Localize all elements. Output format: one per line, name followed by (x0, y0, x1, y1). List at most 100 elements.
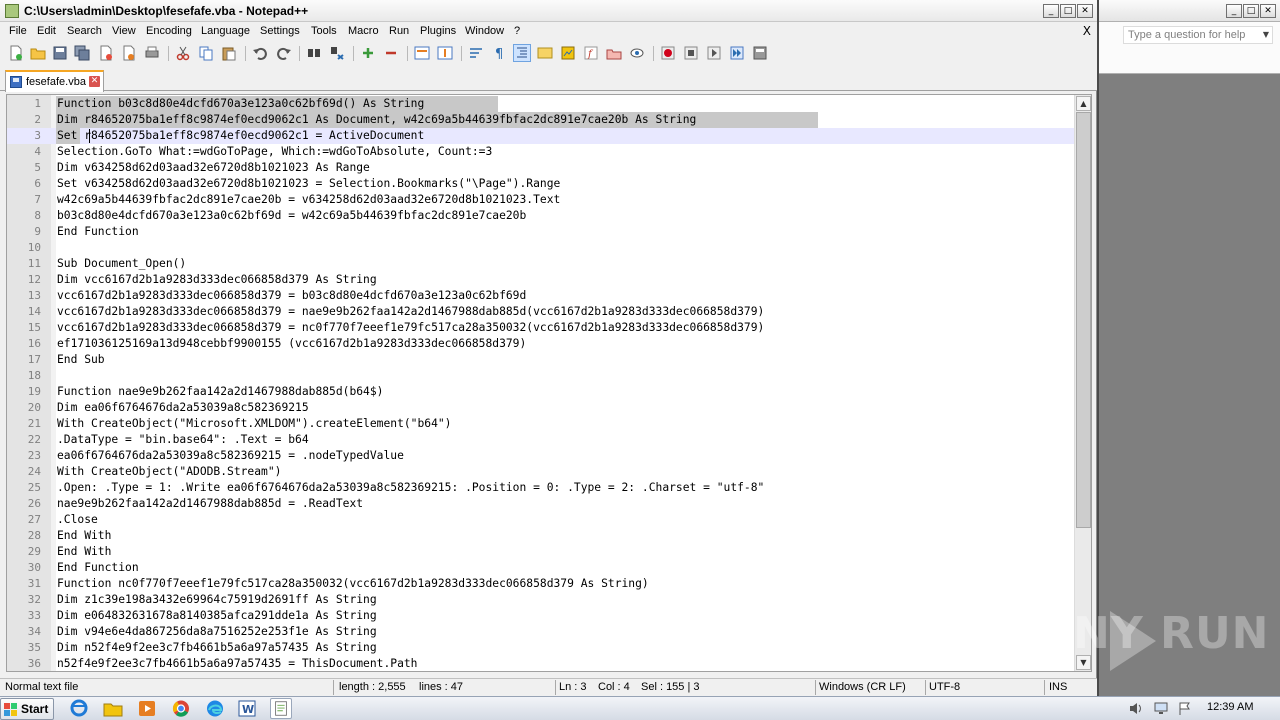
paste-icon[interactable] (221, 45, 237, 61)
close-button[interactable]: ✕ (1077, 4, 1093, 18)
menu-plugins[interactable]: Plugins (420, 25, 456, 37)
explorer-icon[interactable] (102, 698, 124, 719)
edge-icon[interactable] (204, 698, 226, 719)
menu-macro[interactable]: Macro (348, 25, 379, 37)
run-multiple-icon[interactable] (729, 45, 745, 61)
chrome-icon[interactable] (170, 698, 192, 719)
code-line[interactable]: 32 Dim z1c39e198a3432e69964c75919d2691ff … (7, 592, 1076, 608)
code-line[interactable]: 14 vcc6167d2b1a9283d333dec066858d379 = na… (7, 304, 1076, 320)
help-search-input[interactable]: Type a question for help ▼ (1123, 26, 1273, 44)
code-line[interactable]: 13 vcc6167d2b1a9283d333dec066858d379 = b0… (7, 288, 1076, 304)
code-line[interactable]: 20 Dim ea06f6764676da2a53039a8c582369215 (7, 400, 1076, 416)
code-line[interactable]: 9 End Function (7, 224, 1076, 240)
menu-language[interactable]: Language (201, 25, 250, 37)
menu-encoding[interactable]: Encoding (146, 25, 192, 37)
vertical-scrollbar[interactable]: ▲ ▼ (1074, 95, 1091, 671)
word-minimize-button[interactable]: _ (1226, 4, 1242, 18)
menu-edit[interactable]: Edit (37, 25, 56, 37)
code-line[interactable]: 33 Dim e064832631678a8140385afca291dde1a … (7, 608, 1076, 624)
code-line[interactable]: 19 Function nae9e9b262faa142a2d1467988dab… (7, 384, 1076, 400)
udl-icon[interactable] (537, 45, 553, 61)
code-line[interactable]: 2 Dim r84652075ba1eff8c9874ef0ecd9062c1 A… (7, 112, 1076, 128)
function-list-icon[interactable]: f (583, 45, 599, 61)
menu-window[interactable]: Window (465, 25, 504, 37)
code-line[interactable]: 26 nae9e9b262faa142a2d1467988dab885d = .R… (7, 496, 1076, 512)
new-file-icon[interactable] (8, 45, 24, 61)
code-line[interactable]: 21 With CreateObject("Microsoft.XMLDOM").… (7, 416, 1076, 432)
indent-guide-icon[interactable] (513, 44, 531, 62)
menu-view[interactable]: View (112, 25, 136, 37)
close-all-icon[interactable] (120, 45, 136, 61)
print-icon[interactable] (144, 45, 160, 61)
code-line[interactable]: 31 Function nc0f770f7eeef1e79fc517ca28a35… (7, 576, 1076, 592)
network-icon[interactable] (1154, 702, 1168, 715)
show-all-chars-icon[interactable]: ¶ (491, 45, 507, 61)
undo-icon[interactable] (252, 45, 268, 61)
code-line[interactable]: 24 With CreateObject("ADODB.Stream") (7, 464, 1076, 480)
menu-settings[interactable]: Settings (260, 25, 300, 37)
sync-vertical-icon[interactable] (414, 45, 430, 61)
cut-icon[interactable] (175, 45, 191, 61)
code-line[interactable]: 27 .Close (7, 512, 1076, 528)
folder-workspace-icon[interactable] (606, 45, 622, 61)
code-line[interactable]: 29 End With (7, 544, 1076, 560)
open-file-icon[interactable] (30, 45, 46, 61)
code-line[interactable]: 7 w42c69a5b44639fbfac2dc891e7cae20b = v63… (7, 192, 1076, 208)
redo-icon[interactable] (276, 45, 292, 61)
media-player-icon[interactable] (136, 698, 158, 719)
code-line[interactable]: 1 Function b03c8d80e4dcfd670a3e123a0c62bf… (7, 96, 1076, 112)
code-line[interactable]: 12 Dim vcc6167d2b1a9283d333dec066858d379 … (7, 272, 1076, 288)
tab-fesefafe[interactable]: fesefafe.vba ✕ (5, 70, 104, 92)
tab-close-icon[interactable]: ✕ (89, 76, 100, 87)
word-wrap-icon[interactable] (468, 45, 484, 61)
code-line[interactable]: 5 Dim v634258d62d03aad32e6720d8b1021023 A… (7, 160, 1076, 176)
minimize-button[interactable]: _ (1043, 4, 1059, 18)
code-line[interactable]: 30 End Function (7, 560, 1076, 576)
code-line[interactable]: 34 Dim v94e6e4da867256da8a7516252e253f1e … (7, 624, 1076, 640)
find-icon[interactable] (306, 45, 322, 61)
code-line[interactable]: 36 n52f4e9f2ee3c7fb4661b5a6a97a57435 = Th… (7, 656, 1076, 672)
title-bar[interactable]: C:\Users\admin\Desktop\fesefafe.vba - No… (0, 0, 1097, 22)
scroll-thumb[interactable] (1076, 112, 1091, 528)
save-macro-icon[interactable] (752, 45, 768, 61)
code-line[interactable]: 6 Set v634258d62d03aad32e6720d8b1021023 =… (7, 176, 1076, 192)
maximize-button[interactable]: □ (1060, 4, 1076, 18)
code-line[interactable]: 4 Selection.GoTo What:=wdGoToPage, Which:… (7, 144, 1076, 160)
close-document-button[interactable]: X (1083, 24, 1091, 38)
code-line[interactable]: 11 Sub Document_Open() (7, 256, 1076, 272)
word-icon[interactable]: W (236, 698, 258, 719)
menu-tools[interactable]: Tools (311, 25, 337, 37)
sync-horizontal-icon[interactable] (437, 45, 453, 61)
code-line[interactable]: 35 Dim n52f4e9f2ee3c7fb4661b5a6a97a57435 … (7, 640, 1076, 656)
menu-file[interactable]: File (9, 25, 27, 37)
doc-map-icon[interactable] (560, 45, 576, 61)
code-lines[interactable]: 1 Function b03c8d80e4dcfd670a3e123a0c62bf… (7, 96, 1076, 672)
code-editor[interactable]: 1 Function b03c8d80e4dcfd670a3e123a0c62bf… (6, 94, 1092, 672)
monitoring-icon[interactable] (629, 45, 645, 61)
word-close-button[interactable]: ✕ (1260, 4, 1276, 18)
word-maximize-button[interactable]: □ (1243, 4, 1259, 18)
code-line[interactable]: 8 b03c8d80e4dcfd670a3e123a0c62bf69d = w42… (7, 208, 1076, 224)
zoom-out-icon[interactable] (383, 45, 399, 61)
code-line[interactable]: 28 End With (7, 528, 1076, 544)
chevron-down-icon[interactable]: ▼ (1263, 30, 1269, 39)
save-icon[interactable] (52, 45, 68, 61)
menu-run[interactable]: Run (389, 25, 409, 37)
volume-icon[interactable] (1129, 702, 1143, 715)
code-line[interactable]: 22 .DataType = "bin.base64": .Text = b64 (7, 432, 1076, 448)
zoom-in-icon[interactable] (360, 45, 376, 61)
record-macro-icon[interactable] (660, 45, 676, 61)
start-button[interactable]: Start (0, 698, 54, 720)
action-center-flag-icon[interactable] (1178, 702, 1192, 715)
stop-record-icon[interactable] (683, 45, 699, 61)
code-line[interactable]: 23 ea06f6764676da2a53039a8c582369215 = .n… (7, 448, 1076, 464)
menu-search[interactable]: Search (67, 25, 102, 37)
close-icon[interactable] (98, 45, 114, 61)
code-line[interactable]: 15 vcc6167d2b1a9283d333dec066858d379 = nc… (7, 320, 1076, 336)
code-line[interactable]: 18 (7, 368, 1076, 384)
ie-icon[interactable] (68, 698, 90, 719)
code-line[interactable]: 17 End Sub (7, 352, 1076, 368)
scroll-up-icon[interactable]: ▲ (1076, 96, 1091, 111)
copy-icon[interactable] (198, 45, 214, 61)
notepadpp-icon[interactable] (270, 698, 292, 719)
